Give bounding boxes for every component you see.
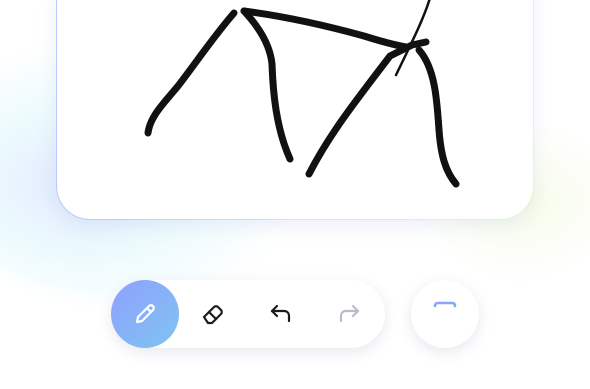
undo-arrow-icon	[270, 304, 291, 323]
undo-button[interactable]	[247, 280, 315, 348]
pencil-icon	[135, 304, 155, 324]
pen-tool-button[interactable]	[111, 280, 179, 348]
redo-button[interactable]	[315, 280, 383, 348]
redo-arrow-icon	[339, 304, 360, 323]
drawing-canvas[interactable]	[56, 0, 534, 220]
drawing-toolbar	[111, 280, 385, 348]
eraser-tool-button[interactable]	[179, 280, 247, 348]
text-t-icon	[433, 301, 457, 327]
text-tool-button[interactable]	[411, 280, 479, 348]
eraser-icon	[202, 305, 223, 325]
drawing-app-screen	[0, 0, 590, 389]
